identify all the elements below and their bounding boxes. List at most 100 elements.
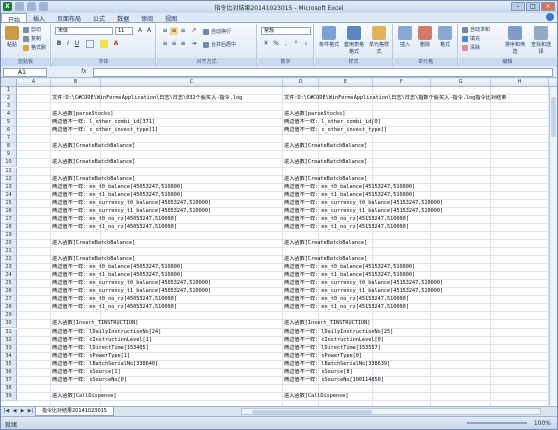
cell-col-e[interactable]: 两边值不一样: sPowerType[0]	[284, 353, 554, 360]
cell-col-b[interactable]: 进入函数[parseStocks]	[52, 111, 282, 118]
row-header[interactable]: 29	[1, 312, 17, 321]
horizontal-scroll-thumb[interactable]	[252, 410, 372, 414]
tab-1[interactable]: 插入	[27, 13, 51, 23]
cell-col-b[interactable]	[52, 248, 282, 255]
row-header[interactable]: 22	[1, 256, 17, 265]
cell-col-e[interactable]	[284, 103, 554, 110]
cell-col-b[interactable]	[52, 135, 282, 142]
column-header[interactable]: G	[431, 79, 491, 87]
vertical-scroll-thumb[interactable]	[551, 97, 556, 137]
row-header[interactable]: 31	[1, 328, 17, 337]
cell-col-b[interactable]: 两边值不一样: sSource[1]	[52, 369, 282, 376]
row-header[interactable]: 28	[1, 304, 17, 313]
cell-col-e[interactable]: 两边值不一样: lDirectTime[153557]	[284, 345, 554, 352]
cell-col-e[interactable]: 两边值不一样: en_t1_no_rz[45153247,510000]	[284, 304, 554, 311]
name-box[interactable]: A1	[3, 68, 47, 77]
row-header[interactable]: 7	[1, 135, 17, 144]
cell-col-b[interactable]	[52, 312, 282, 319]
column-header[interactable]: I	[549, 79, 557, 87]
row-header[interactable]: 23	[1, 264, 17, 273]
cell-col-b[interactable]: 两边值不一样: lDirectTime[153405]	[52, 345, 282, 352]
select-all-corner[interactable]	[1, 79, 17, 87]
zoom-slider[interactable]	[467, 422, 527, 424]
cell-col-b[interactable]: 进入函数[CreateBatchBalance]	[52, 143, 282, 150]
cell-col-b[interactable]: 进入函数[CreateBatchBalance]	[52, 176, 282, 183]
cell-col-b[interactable]	[52, 232, 282, 239]
maximize-button[interactable]: □	[526, 2, 540, 11]
cell-col-b[interactable]: 两边值不一样: en_t1_no_rz[45053247,510000]	[52, 304, 282, 311]
cell-col-b[interactable]: 两边值不一样: cInstructionLevel[1]	[52, 337, 282, 344]
align-right-icon[interactable]: ≡	[179, 40, 187, 48]
cell-col-e[interactable]: 进入函数[CreateBatchBalance]	[284, 256, 554, 263]
cell-col-b[interactable]: 两边值不一样: sPowerType[1]	[52, 353, 282, 360]
row-header[interactable]: 9	[1, 151, 17, 160]
cell-col-b[interactable]: 两边值不一样: en_t1_no_rz[45053247,510000]	[52, 224, 282, 231]
row-header[interactable]: 17	[1, 215, 17, 224]
cell-col-e[interactable]: 两边值不一样: en_t0_balance[45153247,510000]	[284, 184, 554, 191]
autosum-button[interactable]: 自动求和	[462, 26, 490, 33]
cell-col-e[interactable]: 两边值不一样: sSourceNo[100114850]	[284, 377, 554, 384]
row-header[interactable]: 26	[1, 288, 17, 297]
row-header[interactable]: 10	[1, 159, 17, 168]
format-painter-button[interactable]: 格式刷	[23, 44, 46, 51]
column-header[interactable]: H	[491, 79, 549, 87]
cell-col-e[interactable]: 两边值不一样: lBatchSerialNo[338639]	[284, 361, 554, 368]
row-header[interactable]: 13	[1, 183, 17, 192]
fx-icon[interactable]: fx	[81, 68, 87, 75]
cell-col-b[interactable]: 两边值不一样: lDailyInstructionNo[24]	[52, 329, 282, 336]
cell-col-e[interactable]: 两边值不一样: en_currency_t1_balance[45153247,…	[284, 208, 554, 215]
cell-col-e[interactable]: 进入函数[Insert_TINSTRUCTION]	[284, 320, 554, 327]
minimize-button[interactable]: –	[511, 2, 525, 11]
decrease-decimal-icon[interactable]: ₀	[302, 40, 310, 48]
cell-col-e[interactable]: 两边值不一样: en_t0_balance[45153247,510000]	[284, 264, 554, 271]
row-header[interactable]: 3	[1, 103, 17, 112]
delete-cells-button[interactable]: 删除	[416, 26, 434, 48]
format-as-table-button[interactable]: 套用表格格式	[342, 26, 366, 55]
horizontal-scrollbar[interactable]	[241, 408, 541, 415]
cell-col-b[interactable]	[52, 103, 282, 110]
cell-styles-button[interactable]: 单元格样式	[367, 26, 391, 55]
shrink-font-icon[interactable]: A	[145, 27, 153, 35]
sort-filter-button[interactable]: 排序和筛选	[503, 26, 527, 55]
align-top-icon[interactable]: ≡	[161, 27, 169, 35]
cell-col-b[interactable]: 文件:D:\C#CODE\WinFormsApplication\日志\日志\0…	[52, 95, 282, 102]
help-icon[interactable]	[546, 13, 554, 21]
row-header[interactable]: 32	[1, 336, 17, 345]
vertical-scrollbar[interactable]	[549, 87, 557, 405]
cell-col-e[interactable]	[284, 232, 554, 239]
format-cells-button[interactable]: 格式	[436, 26, 454, 48]
row-header[interactable]: 18	[1, 223, 17, 232]
column-header[interactable]: B	[51, 79, 101, 87]
cell-col-b[interactable]: 进入函数[CreateBatchBalance]	[52, 256, 282, 263]
cell-col-b[interactable]: 进入函数[CreateBatchBalance]	[52, 159, 282, 166]
row-header[interactable]: 34	[1, 352, 17, 361]
worksheet-grid[interactable]: ABCDEFGHI 12 文件:D:\C#CODE\WinFormsApplicat…	[1, 79, 557, 406]
cell-col-e[interactable]	[284, 151, 554, 158]
column-header[interactable]: D	[283, 79, 319, 87]
row-header[interactable]: 16	[1, 207, 17, 216]
row-header[interactable]: 14	[1, 191, 17, 200]
cell-col-e[interactable]: 两边值不一样: cInstructionLevel[0]	[284, 337, 554, 344]
row-header[interactable]: 11	[1, 167, 17, 176]
tab-0[interactable]: 开始	[1, 13, 28, 24]
find-select-button[interactable]: 查找和选择	[529, 26, 553, 55]
column-header[interactable]: E	[319, 79, 373, 87]
align-bottom-icon[interactable]: ≡	[179, 27, 187, 35]
cell-col-e[interactable]: 两边值不一样: en_currency_t1_balance[45153247,…	[284, 288, 554, 295]
cell-col-e[interactable]	[284, 135, 554, 142]
italic-button[interactable]: I	[64, 40, 72, 48]
underline-button[interactable]: U	[73, 40, 81, 48]
prev-sheet-icon[interactable]: ◀	[11, 408, 18, 415]
row-header[interactable]: 12	[1, 175, 17, 184]
next-sheet-icon[interactable]: ▶	[19, 408, 26, 415]
bold-button[interactable]: B	[55, 40, 63, 48]
cell-col-e[interactable]: 进入函数[CreateBatchBalance]	[284, 159, 554, 166]
align-center-icon[interactable]: ≡	[170, 40, 178, 48]
grow-font-icon[interactable]: A	[136, 27, 144, 35]
row-header[interactable]: 4	[1, 111, 17, 120]
fill-color-icon[interactable]	[100, 40, 108, 48]
cell-col-e[interactable]: 两边值不一样: l_other_combi_id[0]	[284, 119, 554, 126]
paste-button[interactable]: 粘贴	[3, 26, 21, 48]
cell-col-e[interactable]	[284, 248, 554, 255]
sheet-tab[interactable]: 指令比对结果20141023015	[35, 407, 114, 416]
